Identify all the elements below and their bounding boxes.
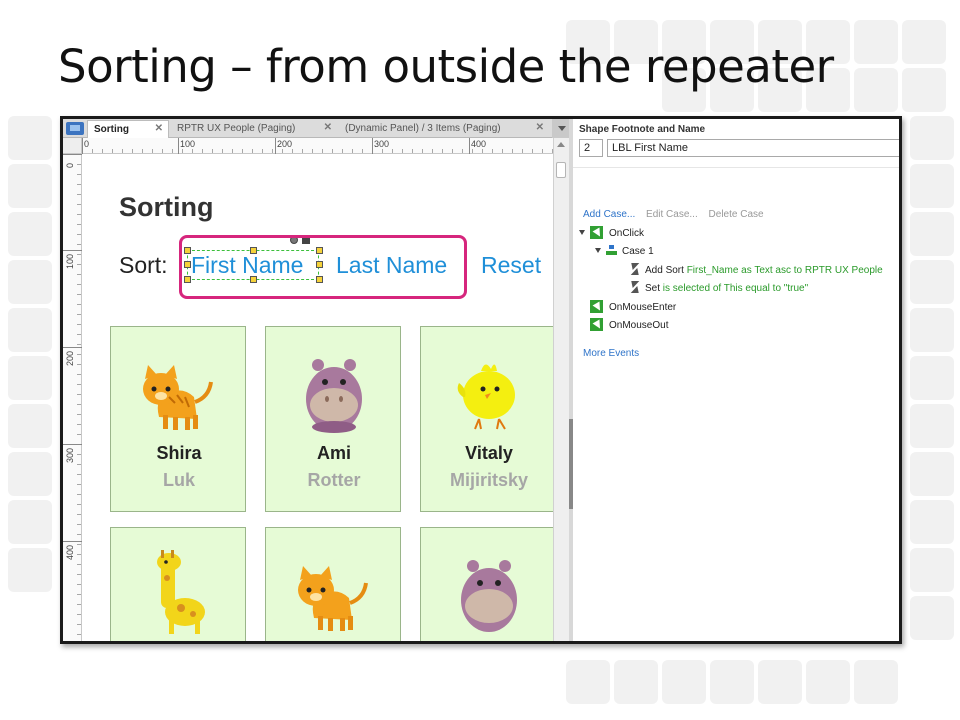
ruler-label: 100	[65, 253, 75, 269]
scroll-up-icon[interactable]	[557, 142, 565, 147]
event-onmouseout[interactable]: OnMouseOut	[590, 318, 668, 331]
design-canvas[interactable]: Sorting Sort: First Name Last Name Reset	[83, 155, 553, 641]
ruler-label: 0	[65, 162, 75, 168]
lightning-icon	[629, 281, 639, 293]
edit-case-link[interactable]: Edit Case...	[646, 209, 698, 220]
horizontal-ruler: 0 100 200 300 400	[82, 138, 553, 154]
lightning-icon	[629, 263, 639, 275]
collapse-triangle-icon[interactable]	[579, 230, 585, 235]
close-icon[interactable]: ✕	[536, 122, 544, 133]
action-name: Set	[645, 283, 663, 294]
cat-icon	[298, 566, 368, 631]
repeater-item[interactable]: Vitaly Mijiritsky	[420, 326, 553, 512]
repeater-item[interactable]: Ami Rotter	[265, 326, 401, 512]
event-onmouseenter[interactable]: OnMouseEnter	[590, 300, 676, 313]
ruler-label: 0	[84, 139, 90, 149]
app-logo-icon	[66, 122, 84, 135]
action-row-add-sort[interactable]: Add Sort First_Name as Text asc to RPTR …	[629, 263, 883, 276]
delete-case-link[interactable]: Delete Case	[709, 209, 764, 220]
canvas-heading: Sorting	[119, 192, 214, 222]
shape-name-input[interactable]: LBL First Name	[607, 139, 899, 157]
highlight-annotation	[179, 235, 467, 299]
first-name-text: Ami	[316, 443, 351, 463]
tab-rptr-ux-people[interactable]: RPTR UX People (Paging) ✕	[171, 120, 337, 138]
canvas-vertical-scrollbar[interactable]	[553, 138, 569, 641]
tab-dynamic-panel[interactable]: (Dynamic Panel) / 3 Items (Paging) ✕	[339, 120, 549, 138]
add-case-link[interactable]: Add Case...	[583, 209, 635, 220]
first-name-text: Shira	[156, 443, 202, 463]
event-cursor-icon	[590, 318, 603, 331]
close-icon[interactable]: ✕	[324, 122, 332, 133]
case-row[interactable]: Case 1	[595, 245, 654, 257]
cat-icon	[143, 365, 213, 430]
sort-label: Sort:	[119, 252, 168, 278]
action-row-set[interactable]: Set is selected of This equal to "true"	[629, 281, 808, 294]
giraffe-icon	[157, 550, 205, 634]
tab-label: (Dynamic Panel) / 3 Items (Paging)	[345, 123, 501, 134]
event-onclick[interactable]: OnClick	[579, 226, 644, 239]
action-detail: First_Name as Text asc to RPTR UX People	[686, 265, 883, 276]
action-name: Add Sort	[645, 265, 687, 276]
reset-link[interactable]: Reset	[481, 252, 541, 279]
event-cursor-icon	[590, 300, 603, 313]
slide-title: Sorting – from outside the repeater	[58, 40, 834, 93]
panel-header: Shape Footnote and Name	[579, 124, 706, 135]
chick-icon	[457, 364, 515, 430]
hippo-icon	[306, 359, 362, 433]
repeater-item[interactable]: Shira Luk	[110, 326, 246, 512]
ruler-label: 400	[471, 139, 487, 149]
collapse-triangle-icon[interactable]	[595, 248, 601, 253]
ruler-label: 200	[65, 350, 75, 366]
tab-bar: Sorting ✕ RPTR UX People (Paging) ✕ (Dyn…	[63, 119, 573, 138]
tab-label: RPTR UX People (Paging)	[177, 123, 296, 134]
ruler-corner	[63, 138, 82, 154]
hippo-icon	[461, 560, 517, 632]
interactions-panel: Shape Footnote and Name 2 LBL First Name…	[573, 119, 899, 641]
event-label: OnMouseOut	[609, 320, 669, 331]
last-name-text: Luk	[162, 470, 195, 490]
vertical-ruler: 0 100 200 300 400	[63, 154, 82, 641]
last-name-text: Rotter	[307, 470, 361, 490]
case-actions: Add Case... Edit Case... Delete Case	[583, 209, 772, 220]
tab-label: Sorting	[94, 124, 129, 135]
event-cursor-icon	[590, 226, 603, 239]
last-name-text: Mijiritsky	[449, 470, 529, 490]
repeater-item[interactable]	[265, 527, 401, 641]
ruler-label: 400	[65, 544, 75, 560]
more-events-link[interactable]: More Events	[583, 348, 639, 359]
panel-divider	[573, 167, 899, 168]
ruler-label: 300	[65, 447, 75, 463]
ruler-label: 100	[180, 139, 196, 149]
tab-sorting[interactable]: Sorting ✕	[87, 120, 169, 138]
action-detail: is selected of This equal to "true"	[662, 283, 809, 294]
ruler-label: 300	[374, 139, 390, 149]
event-label: OnMouseEnter	[609, 302, 677, 313]
ruler-label: 200	[277, 139, 293, 149]
event-label: OnClick	[609, 228, 645, 239]
repeater-item[interactable]	[420, 527, 553, 641]
first-name-text: Vitaly	[465, 443, 513, 463]
axure-window: Sorting ✕ RPTR UX People (Paging) ✕ (Dyn…	[60, 116, 902, 644]
repeater-item[interactable]	[110, 527, 246, 641]
close-icon[interactable]: ✕	[155, 123, 163, 134]
footnote-number-input[interactable]: 2	[579, 139, 603, 157]
case-label: Case 1	[622, 246, 654, 257]
scroll-thumb[interactable]	[556, 162, 566, 178]
case-icon	[606, 245, 617, 255]
